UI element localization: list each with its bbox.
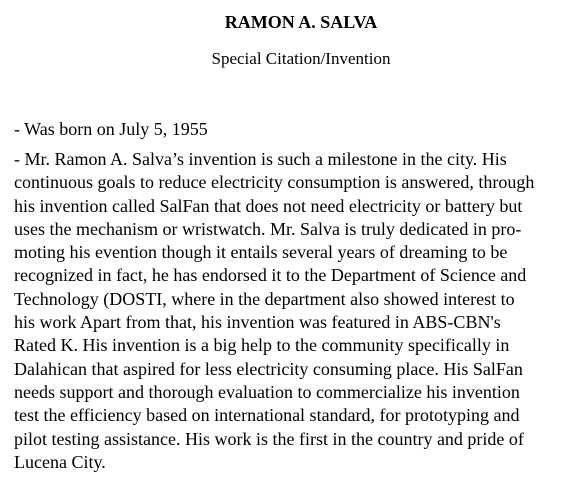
paragraph-line: Dalahican that aspired for less electric…	[14, 358, 523, 379]
paragraph-line: Rated K. His invention is a big help to …	[14, 335, 510, 356]
paragraph-line: - Mr. Ramon A. Salva’s invention is such…	[14, 149, 507, 169]
paragraph-line: moting his evention though it entails se…	[14, 242, 508, 263]
document-subtitle: Special Citation/Invention	[211, 49, 391, 68]
paragraph-line: his work Apart from that, his invention …	[14, 312, 501, 333]
paragraph-line: Lucena City.	[14, 451, 106, 472]
paragraph-line: pilot testing assistance. His work is th…	[14, 428, 524, 449]
paragraph-line: continuous goals to reduce electricity c…	[14, 172, 535, 193]
paragraph-line: test the efficiency based on internation…	[14, 405, 520, 426]
paragraph-line: recognized in fact, he has endorsed it t…	[14, 265, 527, 286]
paragraph-line: needs support and thorough evaluation to…	[14, 381, 520, 402]
paragraph-line: his invention called SalFan that does no…	[14, 195, 523, 216]
document-title: RAMON A. SALVA	[224, 12, 378, 32]
birth-date-text: - Was born on July 5, 1955	[14, 119, 208, 139]
description-paragraph: - Mr. Ramon A. Salva’s invention is such…	[14, 148, 534, 474]
paragraph-line: uses the mechanism or wristwatch. Mr. Sa…	[14, 218, 522, 239]
paragraph-line: Technology (DOSTI, where in the departme…	[14, 288, 515, 309]
